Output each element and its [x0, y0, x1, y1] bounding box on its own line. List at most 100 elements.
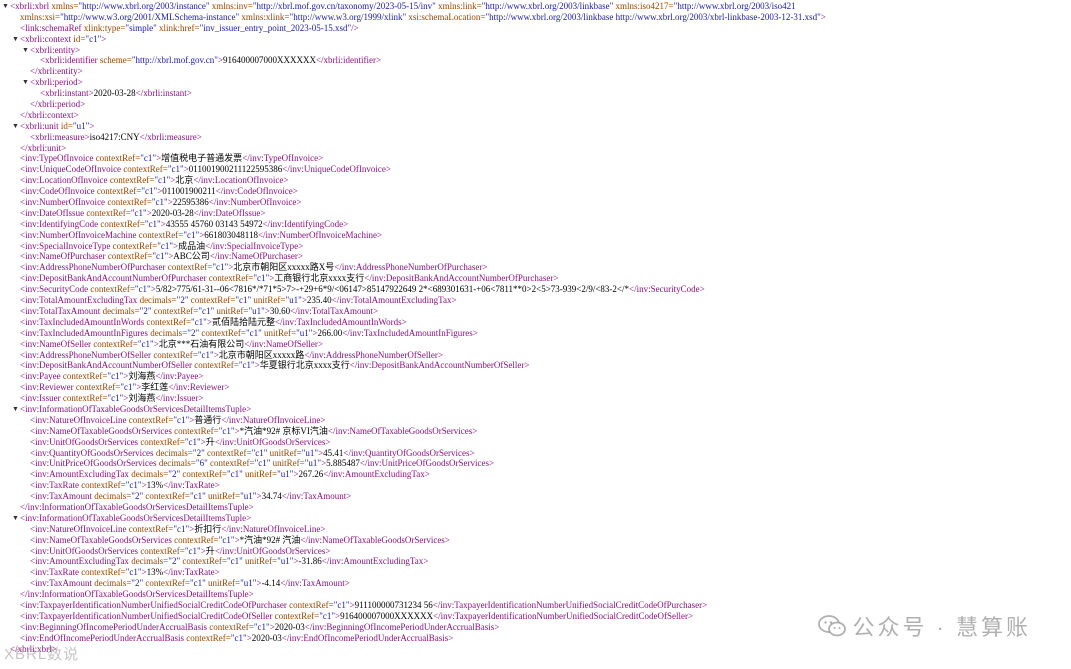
collapse-toggle-icon[interactable]: ▼ — [22, 77, 29, 88]
xml-tag: </xbrli:measure> — [139, 131, 202, 142]
xml-tag: </inv:EndOfIncomePeriodUnderAccrualBasis… — [281, 632, 454, 643]
collapse-toggle-icon[interactable]: ▼ — [22, 45, 29, 56]
xml-line: <inv:NatureOfInvoiceLine contextRef="c1"… — [2, 524, 1071, 535]
xml-tag: <inv:SecurityCode — [20, 284, 91, 295]
xml-attr-name: contextRef= — [180, 556, 227, 567]
xml-txt: 增值税电子普通发票 — [161, 153, 243, 164]
xml-attr-name: unitRef= — [270, 458, 305, 469]
xml-line: <inv:DepositBankAndAccountNumberOfPurcha… — [2, 273, 1071, 284]
xml-attr-val: "c1" — [189, 578, 206, 589]
xml-attr-val: "2" — [176, 295, 189, 306]
xml-tag: <xbrli:xbrl — [10, 1, 52, 11]
xml-tag: <inv:AddressPhoneNumberOfPurchaser — [20, 262, 168, 273]
xml-attr-name: contextRef= — [81, 480, 126, 491]
xml-tag: </inv:TotalTaxAmount> — [290, 305, 379, 316]
collapse-toggle-icon[interactable]: ▼ — [2, 1, 9, 12]
xml-tag: </inv:NameOfSeller> — [244, 338, 323, 349]
xml-txt: 267.26 — [298, 469, 324, 480]
xml-txt: 刘海燕 — [128, 371, 156, 382]
xml-attr-name: xmlns:iso4217= — [613, 1, 674, 11]
xml-txt: 011001900211 — [162, 186, 216, 197]
watermark-right: 公众号 · 慧算账 — [818, 606, 1031, 646]
xml-line: <inv:UniqueCodeOfInvoice contextRef="c1"… — [2, 164, 1071, 175]
xml-tag: </inv:InformationOfTaxableGoodsOrService… — [20, 589, 254, 600]
xml-tag: </inv:NatureOfInvoiceLine> — [221, 414, 326, 425]
xml-tag: > — [89, 120, 95, 131]
xml-tag: <inv:SpecialInvoiceType — [20, 240, 113, 251]
xml-attr-val: "http://www.xbrl.org/2003/iso421 — [673, 1, 796, 11]
xml-tag: <inv:DateOfIssue — [20, 207, 87, 218]
xml-tag: </inv:Issuer> — [155, 393, 204, 404]
xml-attr-val: "c1" — [107, 393, 124, 404]
collapse-toggle-icon[interactable]: ▼ — [12, 34, 19, 45]
xml-attr-val: "u1" — [277, 469, 294, 480]
xml-line: ▼ <xbrli:xbrl xmlns="http://www.xbrl.org/… — [2, 1, 1071, 12]
xml-tag: <inv:InformationOfTaxableGoodsOrServices… — [20, 512, 252, 523]
xml-attr-val: "2" — [192, 447, 205, 458]
xml-tag: </inv:SpecialInvoiceType> — [205, 240, 304, 251]
xml-line: <inv:UnitOfGoodsOrServices contextRef="c… — [2, 546, 1071, 557]
xml-tag: <xbrli:unit — [20, 120, 61, 131]
xml-tag: </inv:NatureOfInvoiceLine> — [221, 523, 326, 534]
xml-attr-val: "c1" — [319, 610, 336, 621]
xml-attr-val: "u1" — [240, 491, 257, 502]
xml-attr-name: contextRef= — [112, 240, 158, 251]
xml-document-view: ▼ <xbrli:xbrl xmlns="http://www.xbrl.org/… — [2, 1, 1071, 669]
xml-attr-name: contextRef= — [151, 305, 199, 316]
watermark-left: XBRL数说 — [4, 646, 80, 663]
xml-attr-name: contextRef= — [146, 316, 192, 327]
xml-line: ▼ <xbrli:unit id="u1"> — [2, 121, 1071, 132]
xml-txt: 北京 — [175, 175, 194, 186]
xml-tag: </inv:AmountExcludingTax> — [321, 556, 429, 567]
xml-line: ▼ <xbrli:period> — [2, 77, 1071, 88]
xml-line: <inv:Reviewer contextRef="c1">李红莲</inv:R… — [2, 382, 1071, 393]
xml-line: <inv:Payee contextRef="c1">刘海燕</inv:Paye… — [2, 371, 1071, 382]
xml-tag: <inv:UniqueCodeOfInvoice — [20, 164, 124, 175]
xml-attr-val: "c1" — [238, 360, 255, 371]
collapse-toggle-icon[interactable]: ▼ — [12, 121, 19, 132]
xml-attr-name: id= — [60, 120, 73, 131]
xml-tag: </inv:TaxIncludedAmountInFigures> — [342, 327, 478, 338]
xml-tag: <inv:AmountExcludingTax — [30, 469, 132, 480]
collapse-toggle-icon[interactable]: ▼ — [12, 404, 19, 415]
xml-attr-val: "2" — [131, 578, 144, 589]
xml-attr-val: "c1" — [157, 240, 174, 251]
xml-line: <inv:TotalTaxAmount decimals="2" context… — [2, 306, 1071, 317]
xml-line: <inv:SpecialInvoiceType contextRef="c1">… — [2, 241, 1071, 252]
xml-attr-name: contextRef= — [62, 393, 108, 404]
xml-line: <inv:NameOfTaxableGoodsOrServices contex… — [2, 426, 1071, 437]
xml-tag: <inv:QuantityOfGoodsOrServices — [30, 447, 156, 458]
xml-txt: 661803048118 — [204, 229, 258, 240]
xml-attr-val: "c1" — [154, 175, 171, 186]
xml-attr-val: "2" — [139, 305, 152, 316]
xml-attr-val: "http://www.w3.org/1999/xlink" — [289, 11, 407, 22]
xml-tag: <inv:NameOfPurchaser — [20, 251, 108, 262]
xml-txt: 43555 45760 03143 54972 — [165, 218, 263, 229]
xml-attr-name: contextRef= — [207, 458, 255, 469]
xml-attr-val: "c1" — [167, 164, 184, 175]
xml-tag: </inv:NumberOfInvoiceMachine> — [257, 229, 383, 240]
xml-attr-name: contextRef= — [140, 436, 185, 447]
collapse-toggle-icon[interactable]: ▼ — [12, 513, 19, 524]
xml-tag: <inv:TotalAmountExcludingTax — [20, 295, 140, 306]
xml-line: <inv:AmountExcludingTax decimals="2" con… — [2, 469, 1071, 480]
xml-tag: </inv:UnitPriceOfGoodsOrServices> — [359, 458, 495, 469]
xml-txt: 916400007000XXXXXX — [222, 55, 316, 66]
xml-attr-name: id= — [73, 33, 86, 44]
xml-line: </xbrli:period> — [2, 99, 1071, 110]
xml-line: <inv:DepositBankAndAccountNumberOfSeller… — [2, 360, 1071, 371]
xml-line: <inv:QuantityOfGoodsOrServices decimals=… — [2, 448, 1071, 459]
xml-line: </xbrli:unit> — [2, 143, 1071, 154]
xml-attr-val: "c1" — [254, 458, 271, 469]
xml-txt: 30.60 — [269, 305, 291, 316]
xml-line: </inv:InformationOfTaxableGoodsOrService… — [2, 502, 1071, 513]
xml-attr-name: contextRef= — [107, 251, 153, 262]
xml-attr-val: "inv_issuer_entry_point_2023-05-15.xsd" — [199, 22, 352, 33]
xml-attr-name: decimals= — [102, 305, 140, 316]
xml-attr-name: contextRef= — [143, 491, 190, 502]
xml-attr-val: "u1" — [301, 447, 319, 458]
xml-tag: </inv:TaxpayerIdentificationNumberUnifie… — [433, 610, 694, 621]
xml-line: <inv:IdentifyingCode contextRef="c1">435… — [2, 219, 1071, 230]
xml-tag: <inv:BeginningOfIncomePeriodUnderAccrual… — [20, 621, 210, 632]
xml-attr-val: "c1" — [173, 523, 190, 534]
